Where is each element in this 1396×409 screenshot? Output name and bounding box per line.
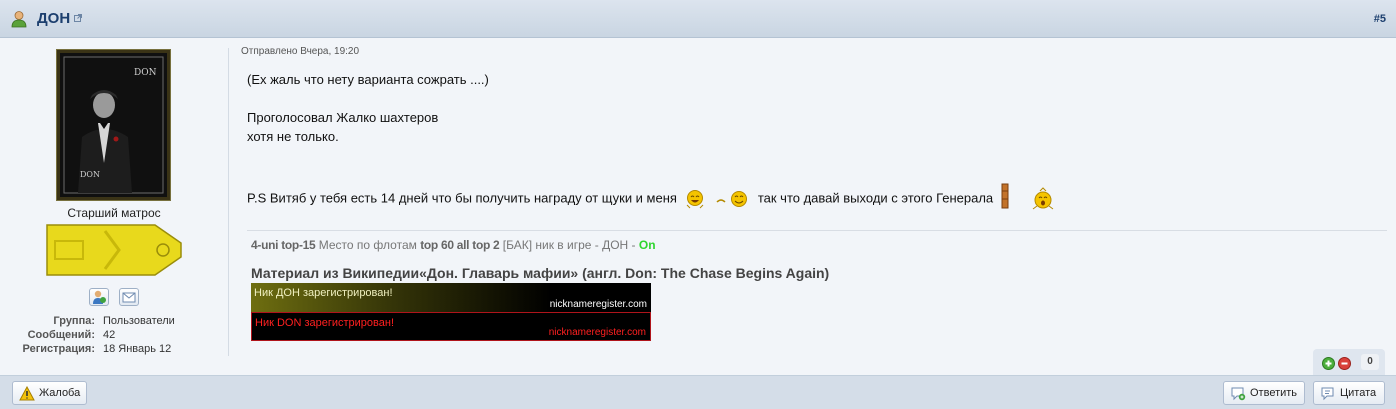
author-panel: DON DON Старший матрос Группа: Пользоват…: [0, 38, 228, 360]
signature-online-status: On: [638, 238, 656, 252]
author-name-link[interactable]: ДОН: [37, 10, 70, 27]
report-label: Жалоба: [39, 387, 81, 399]
avatar-caption-bottom: DON: [80, 170, 100, 179]
rank-shoulder-board-icon: [46, 224, 182, 276]
external-link-icon[interactable]: [74, 14, 82, 22]
info-row-registration: Регистрация: 18 Январь 12: [0, 342, 228, 356]
signature-line: 4-uni top-15 Место по флотам top 60 all …: [251, 238, 656, 252]
post-footer: Жалоба Ответить Цитата: [0, 375, 1396, 409]
send-message-button[interactable]: [119, 288, 139, 306]
waving-smiley-icon: [716, 191, 748, 207]
view-profile-button[interactable]: [89, 288, 109, 306]
info-label: Сообщений:: [27, 329, 95, 341]
info-value: Пользователи: [103, 315, 175, 327]
post-blank-line: [247, 165, 1061, 184]
post-line: хотя не только.: [247, 129, 339, 144]
reply-label: Ответить: [1250, 387, 1298, 399]
rate-down-icon[interactable]: [1338, 357, 1351, 370]
info-value: 42: [103, 329, 116, 341]
column-divider: [228, 48, 229, 356]
rate-up-icon[interactable]: [1322, 357, 1335, 370]
pillar-icon: [1001, 183, 1009, 209]
post-line: Проголосовал Жалко шахтеров: [247, 110, 439, 125]
signature-segment: 4-uni top-15: [251, 238, 316, 252]
report-button[interactable]: Жалоба: [12, 381, 87, 405]
post-text-segment: так что давай выходи с этого Генерала: [757, 190, 994, 206]
signature-segment: Место по флотам: [315, 238, 421, 252]
banner-text: Ник ДОН зарегистрирован!: [254, 287, 393, 299]
post-blank-line: [247, 146, 1061, 165]
quote-label: Цитата: [1340, 387, 1377, 399]
nick-register-banner[interactable]: Ник ДОН зарегистрирован! nicknameregiste…: [251, 283, 651, 312]
post-blank-line: [247, 89, 1061, 108]
signature-segment: [БАК] ник в игре - ДОН -: [499, 238, 639, 252]
signature-divider: [247, 230, 1387, 231]
post-number-link[interactable]: #5: [1374, 13, 1386, 25]
post-date: Отправлено Вчера, 19:20: [241, 46, 360, 57]
info-row-posts: Сообщений: 42: [0, 328, 228, 342]
signature-segment: top 60 all top 2: [420, 238, 500, 252]
avatar-caption-top: DON: [134, 68, 157, 78]
rating-box: 0: [1313, 349, 1385, 375]
reply-button[interactable]: Ответить: [1223, 381, 1305, 405]
banner-text: Ник DON зарегистрирован!: [255, 317, 395, 329]
author-info: Группа: Пользователи Сообщений: 42 Регис…: [0, 314, 228, 356]
quote-icon: [1321, 387, 1334, 401]
nick-register-banner[interactable]: Ник DON зарегистрирован! nicknameregiste…: [251, 312, 651, 341]
rank-title: Старший матрос: [67, 206, 161, 220]
banner-site: nicknameregister.com: [549, 299, 647, 310]
post-body: (Ех жаль что нету варианта сожрать ....)…: [247, 70, 1061, 210]
bowing-smiley-icon: [1033, 187, 1054, 210]
reply-icon: [1231, 387, 1246, 401]
quote-button[interactable]: Цитата: [1313, 381, 1385, 405]
warning-icon: [19, 386, 35, 401]
avatar[interactable]: DON DON: [56, 49, 171, 201]
post-text-segment: P.S Витяб у тебя есть 14 дней что бы пол…: [247, 190, 677, 206]
envelope-icon: [122, 292, 136, 303]
post-line: (Ех жаль что нету варианта сожрать ....): [247, 72, 489, 87]
avatar-image: DON DON: [60, 53, 167, 197]
profile-icon: [93, 290, 106, 304]
user-icon: [11, 11, 27, 28]
info-row-group: Группа: Пользователи: [0, 314, 228, 328]
post-header: ДОН #5: [0, 0, 1396, 38]
post-line-ps: P.S Витяб у тебя есть 14 дней что бы пол…: [247, 183, 1061, 210]
rating-count: 0: [1361, 354, 1379, 370]
laughing-smiley-icon: [686, 190, 703, 209]
signature-wiki-line: Материал из Википедии«Дон. Главарь мафии…: [251, 265, 830, 281]
info-label: Регистрация:: [22, 343, 95, 355]
banner-site: nicknameregister.com: [548, 327, 646, 338]
info-value: 18 Январь 12: [103, 343, 172, 355]
info-label: Группа:: [53, 315, 95, 327]
